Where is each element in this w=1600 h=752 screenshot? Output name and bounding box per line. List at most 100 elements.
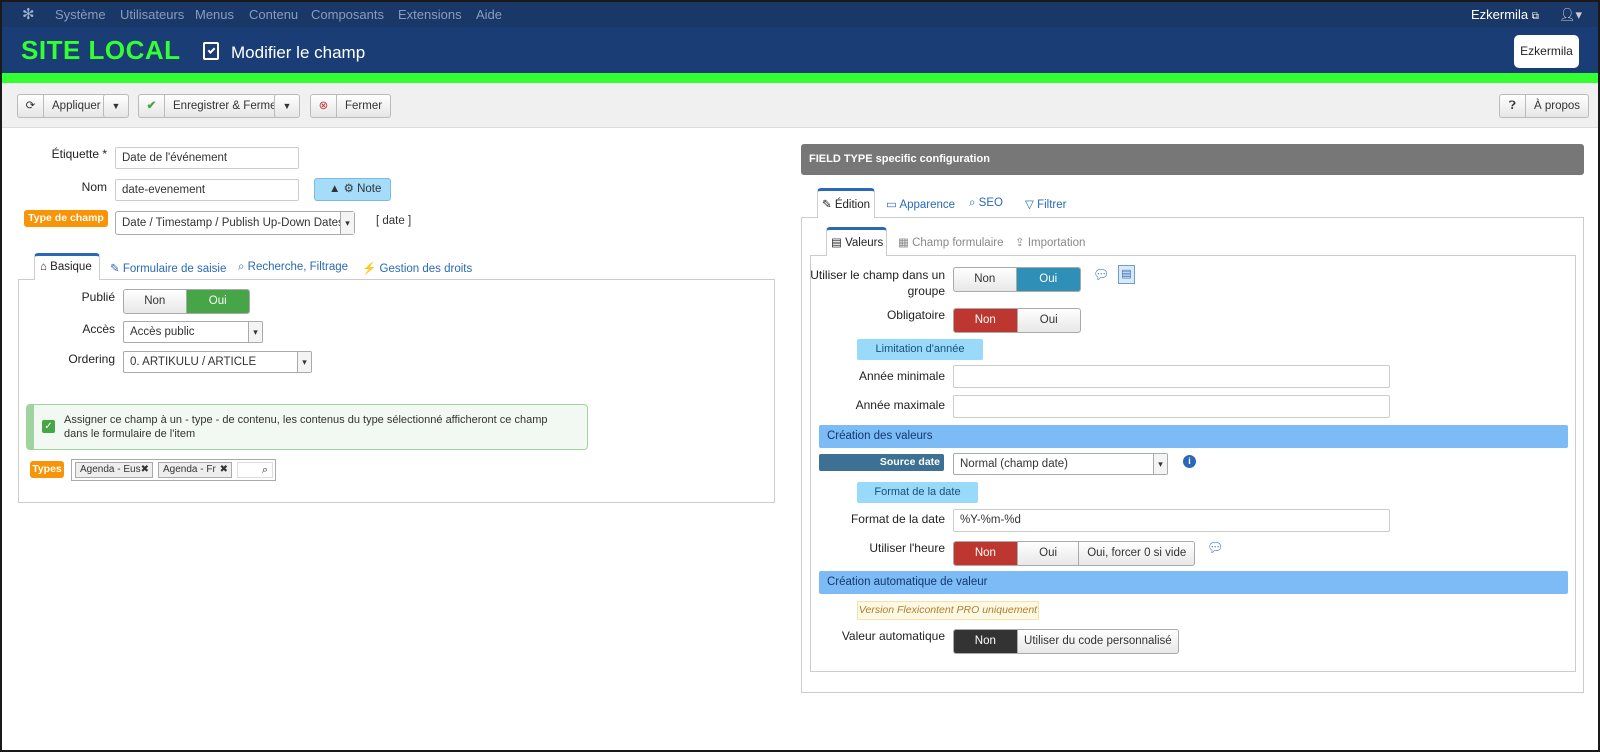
search-icon: ⌕ (238, 261, 245, 273)
menu-extensions[interactable]: Extensions (398, 7, 462, 22)
top-navbar: ✻ Système Utilisateurs Menus Contenu Com… (2, 2, 1598, 27)
auto-value-section: Création automatique de valeur (819, 571, 1568, 594)
apply-button[interactable]: ⟳ Appliquer (17, 94, 110, 118)
types-multiselect[interactable]: Agenda - Eus ✖ Agenda - Fr ✖ ⌕ (71, 459, 276, 481)
tab-formulaire-saisie[interactable]: ✎ Formulaire de saisie (110, 261, 226, 275)
year-limit-heading: Limitation d'année (857, 339, 983, 360)
search-icon: ⌕ (969, 197, 976, 209)
menu-aide[interactable]: Aide (476, 7, 502, 22)
label-field-label: Étiquette * (51, 147, 107, 161)
tab-seo[interactable]: ⌕ SEO (969, 197, 1003, 210)
comment-icon[interactable]: 💬︎ (1093, 267, 1110, 283)
tab-gestion-droits[interactable]: ⚡ Gestion des droits (362, 261, 472, 275)
tab-edition[interactable]: ✎ Édition (817, 188, 875, 218)
date-format-label: Format de la date (850, 512, 945, 526)
refresh-icon: ⟳ (18, 95, 44, 117)
max-year-input[interactable] (953, 395, 1390, 418)
label-input[interactable]: Date de l'événement (115, 147, 299, 169)
auto-value-custom-code[interactable]: Utiliser du code personnalisé (1018, 630, 1178, 653)
field-type-badge: Type de champ (24, 210, 108, 227)
edit-icon: ✎ (110, 263, 120, 275)
field-type-select[interactable]: Date / Timestamp / Publish Up-Down Dates… (115, 211, 355, 235)
use-time-toggle[interactable]: Non Oui Oui, forcer 0 si vide (953, 541, 1195, 566)
upload-icon: ⇪ (1015, 237, 1025, 249)
site-name[interactable]: SITE LOCAL (21, 35, 181, 66)
database-icon: ▤ (831, 237, 842, 249)
mandatory-no[interactable]: Non (954, 309, 1018, 332)
tab-basique[interactable]: ⌂ Basique (34, 253, 100, 280)
mandatory-label: Obligatoire (886, 308, 945, 322)
auto-value-no[interactable]: Non (954, 630, 1018, 653)
use-group-no[interactable]: Non (954, 268, 1017, 291)
use-time-force-zero[interactable]: Oui, forcer 0 si vide (1079, 542, 1194, 565)
menu-menus[interactable]: Menus (195, 7, 234, 22)
types-badge: Types (30, 461, 64, 478)
use-time-no[interactable]: Non (954, 542, 1018, 565)
chevron-down-icon: ▾ (297, 352, 311, 372)
published-yes[interactable]: Oui (186, 290, 249, 313)
save-dropdown-button[interactable]: ▼ (274, 94, 300, 118)
menu-utilisateurs[interactable]: Utilisateurs (120, 7, 184, 22)
search-icon[interactable]: ⌕ (237, 462, 273, 478)
close-circle-icon: ⊗ (311, 95, 337, 117)
subtab-valeurs[interactable]: ▤ Valeurs (826, 227, 887, 256)
date-format-input[interactable]: %Y-%m-%d (953, 509, 1390, 532)
caret-down-icon: ▼ (282, 101, 292, 111)
clipboard-check-icon (203, 42, 219, 60)
tab-apparence[interactable]: ▭ Apparence (886, 197, 955, 211)
tab-recherche-filtrage[interactable]: ⌕ Recherche, Filtrage (238, 261, 348, 274)
source-date-select[interactable]: Normal (champ date) ▾ (953, 453, 1168, 475)
site-link[interactable]: Ezkermila ⧉ (1471, 7, 1539, 22)
published-no[interactable]: Non (124, 290, 187, 313)
use-group-toggle[interactable]: Non Oui (953, 267, 1081, 292)
source-date-badge: Source date (819, 454, 944, 471)
info-icon[interactable]: i (1183, 455, 1196, 468)
auto-value-label: Valeur automatique (841, 629, 945, 643)
apply-dropdown-button[interactable]: ▼ (103, 94, 129, 118)
min-year-input[interactable] (953, 365, 1390, 388)
tab-filtrer[interactable]: ▽ Filtrer (1025, 197, 1066, 211)
remove-icon[interactable]: ✖ (141, 463, 149, 477)
values-creation-section: Création des valeurs (819, 425, 1568, 448)
note-button[interactable]: ▲ ⚙ Note (314, 178, 391, 201)
subtab-importation[interactable]: ⇪ Importation (1015, 235, 1085, 249)
mandatory-toggle[interactable]: Non Oui (953, 308, 1081, 333)
comment-icon[interactable]: 💬︎ (1207, 540, 1224, 556)
mandatory-yes[interactable]: Oui (1018, 309, 1081, 332)
table-icon: ▦ (898, 237, 909, 249)
menu-composants[interactable]: Composants (311, 7, 384, 22)
user-button[interactable]: Ezkermila (1514, 35, 1579, 68)
home-icon: ⌂ (40, 261, 47, 273)
monitor-icon: ▭ (886, 199, 897, 211)
auto-value-toggle[interactable]: Non Utiliser du code personnalisé (953, 629, 1179, 654)
app-window: ✻ Système Utilisateurs Menus Contenu Com… (0, 0, 1600, 752)
access-select[interactable]: Accès public ▾ (123, 321, 263, 343)
published-label: Publié (81, 290, 115, 304)
ordering-label: Ordering (68, 352, 115, 366)
save-close-button[interactable]: ✔ Enregistrer & Fermer (138, 94, 290, 118)
field-type-code: [ date ] (376, 215, 412, 227)
menu-systeme[interactable]: Système (55, 7, 106, 22)
remove-icon[interactable]: ✖ (220, 463, 228, 477)
joomla-logo-icon[interactable]: ✻ (22, 5, 35, 23)
subtab-champ-formulaire[interactable]: ▦ Champ formulaire (898, 235, 1003, 249)
date-format-heading: Format de la date (857, 482, 978, 503)
close-button[interactable]: ⊗ Fermer (310, 94, 392, 118)
use-group-yes[interactable]: Oui (1016, 268, 1080, 291)
plug-icon: ⚡ (362, 263, 377, 275)
ordering-select[interactable]: 0. ARTIKULU / ARTICLE ▾ (123, 351, 312, 373)
name-input[interactable]: date-evenement (115, 179, 299, 201)
types-chip: Agenda - Fr ✖ (158, 462, 232, 478)
user-menu-icon[interactable]: 👤︎▾ (1559, 7, 1582, 23)
filter-icon: ▽ (1025, 199, 1034, 211)
chevron-down-icon: ▾ (1153, 454, 1167, 474)
use-time-yes[interactable]: Oui (1018, 542, 1080, 565)
menu-contenu[interactable]: Contenu (249, 7, 298, 22)
checkbox-checked-icon: ✓ (42, 420, 55, 433)
published-toggle[interactable]: Non Oui (123, 289, 250, 314)
access-label: Accès (82, 322, 115, 336)
toolbar: ⟳ Appliquer ▼ ✔ Enregistrer & Fermer ▼ ⊗ Fe… (2, 83, 1598, 128)
field-group-icon[interactable]: ▤ (1118, 265, 1135, 284)
accent-bar (2, 73, 1598, 83)
about-button[interactable]: ❓︎ À propos (1499, 94, 1590, 118)
